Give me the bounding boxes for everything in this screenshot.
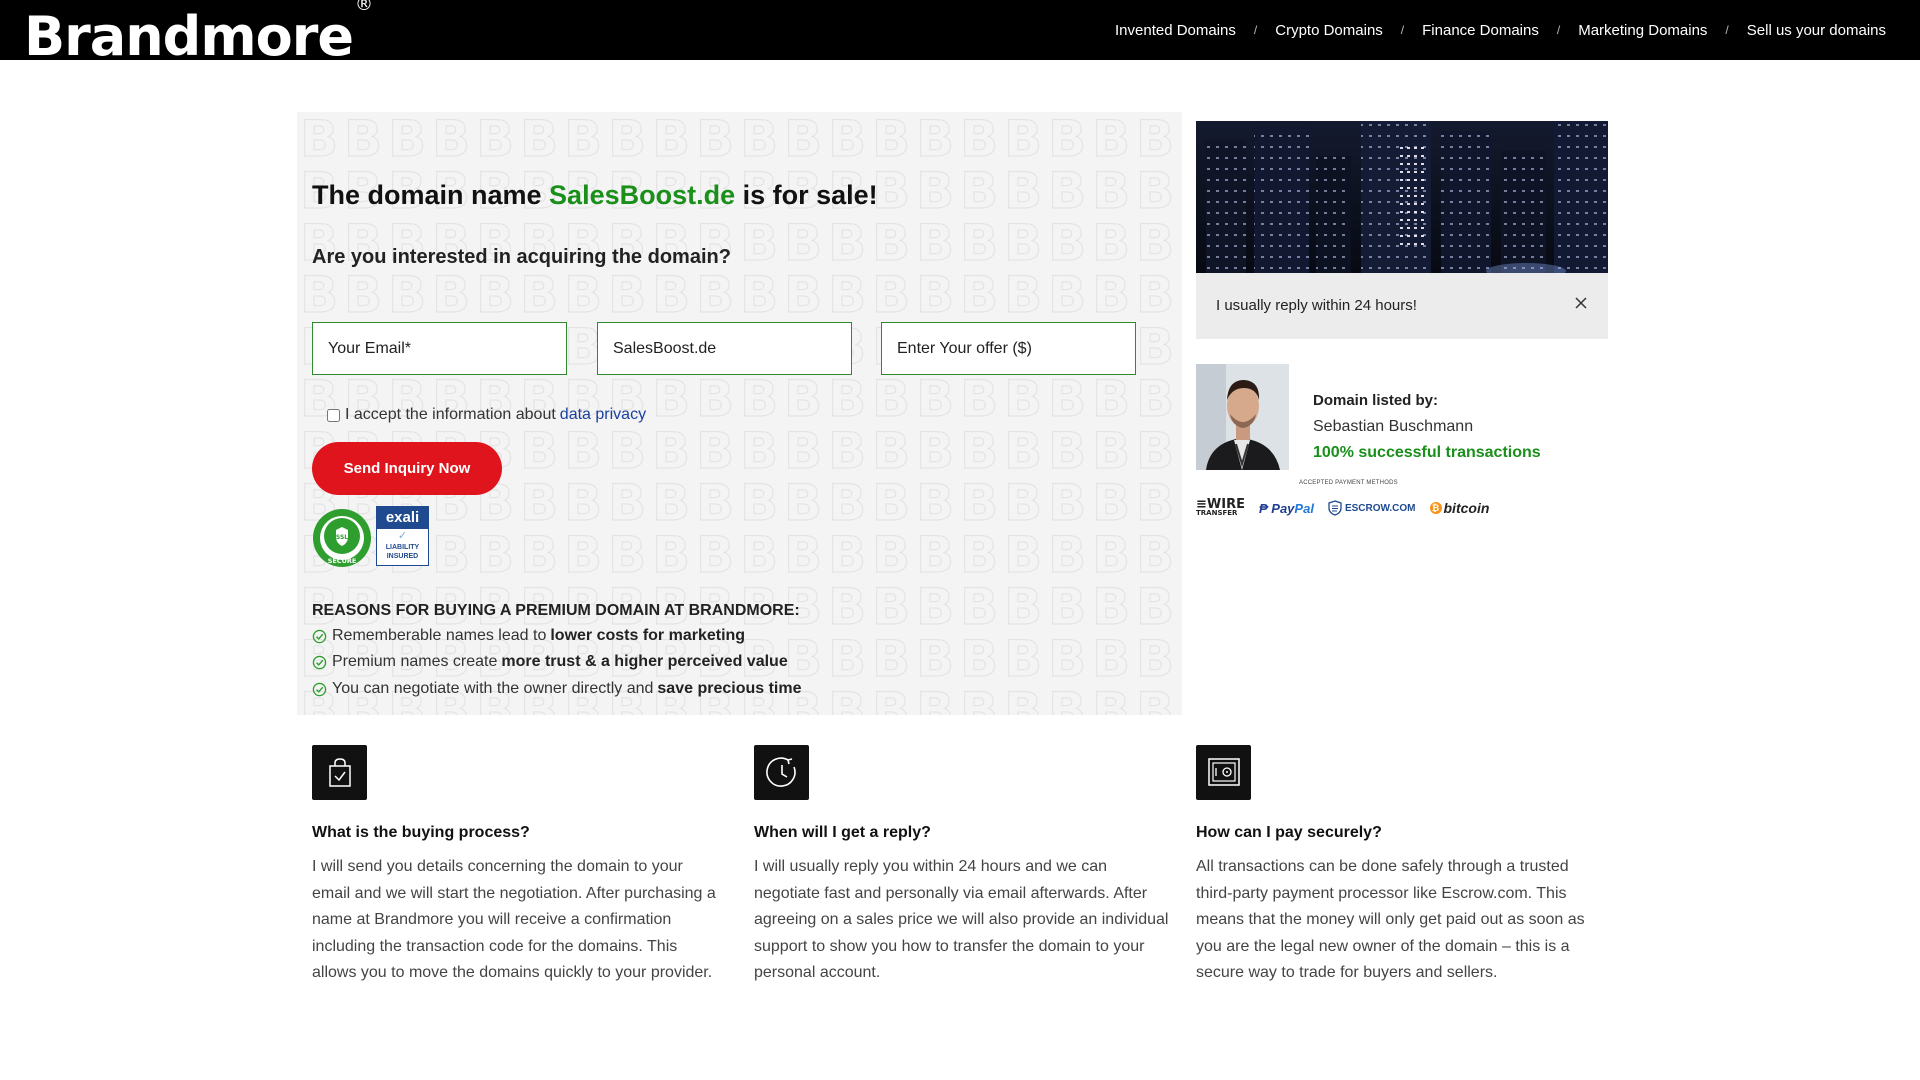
- reason-text: Rememberable names lead to: [332, 627, 547, 644]
- bitcoin-icon: ₿: [1429, 502, 1442, 514]
- buying-process-title: What is the buying process?: [312, 824, 530, 841]
- exali-caption: LIABILITY INSURED: [377, 543, 428, 561]
- brand-logo[interactable]: Brandmore®: [24, 0, 373, 68]
- nav-crypto-domains[interactable]: Crypto Domains: [1275, 22, 1383, 39]
- reason-item: Premium names create more trust & a highe…: [312, 653, 788, 671]
- reason-bold: more trust & a higher perceived value: [501, 653, 788, 670]
- check-circle-icon: [312, 655, 327, 669]
- privacy-text: I accept the information about: [345, 406, 556, 423]
- reason-text: Premium names create: [332, 653, 498, 670]
- payment-methods: ≡WIRE TRANSFER ₱ PayPal ESCROW.COM ₿ bitco…: [1196, 497, 1489, 519]
- city-skyline-graphic: [1196, 121, 1608, 273]
- reason-bold: save precious time: [657, 680, 802, 697]
- bitcoin-label: bitcoin: [1443, 500, 1490, 516]
- top-navigation-bar: Brandmore® Invented Domains / Crypto Dom…: [0, 0, 1920, 66]
- domain-field[interactable]: [597, 322, 852, 375]
- offer-field[interactable]: [881, 322, 1136, 375]
- payment-methods-label: ACCEPTED PAYMENT METHODS: [1299, 480, 1398, 486]
- exali-insurance-badge: exali ✓ LIABILITY INSURED: [376, 506, 429, 566]
- seller-avatar: [1196, 364, 1289, 470]
- wire-transfer-logo: ≡WIRE TRANSFER: [1196, 498, 1245, 517]
- title-suffix: is for sale!: [735, 180, 878, 210]
- privacy-consent: I accept the information about data priv…: [327, 406, 646, 424]
- logo-text: Brandmore: [24, 5, 354, 68]
- reply-notice-text: I usually reply within 24 hours!: [1216, 297, 1417, 314]
- reasons-heading: REASONS FOR BUYING A PREMIUM DOMAIN AT B…: [312, 602, 800, 619]
- nav-invented-domains[interactable]: Invented Domains: [1115, 22, 1236, 39]
- reason-bold: lower costs for marketing: [550, 627, 746, 644]
- main-nav: Invented Domains / Crypto Domains / Fina…: [1115, 0, 1886, 60]
- paypal-word-a: Pay: [1271, 500, 1295, 516]
- city-night-image: [1196, 121, 1608, 273]
- nav-separator: /: [1725, 23, 1729, 37]
- bitcoin-logo: ₿ bitcoin: [1429, 500, 1490, 516]
- seller-success-rate: 100% successful transactions: [1313, 444, 1541, 461]
- reason-item: You can negotiate with the owner directl…: [312, 680, 801, 698]
- reason-item: Rememberable names lead to lower costs fo…: [312, 627, 745, 645]
- exali-line-2: INSURED: [386, 553, 419, 560]
- ssl-secure-badge: SSL SECURE: [313, 509, 371, 567]
- inquiry-panel: B The domain name SalesBoost.de is for s…: [297, 112, 1182, 715]
- privacy-checkbox[interactable]: [327, 408, 340, 422]
- escrow-label: ESCROW.COM: [1344, 502, 1416, 514]
- email-field[interactable]: [312, 322, 567, 375]
- send-inquiry-button[interactable]: Send Inquiry Now: [312, 442, 502, 495]
- shopping-bag-icon: [312, 745, 367, 800]
- pay-securely-text: All transactions can be done safely thro…: [1196, 858, 1585, 981]
- clock-icon: [754, 745, 809, 800]
- check-circle-icon: [312, 629, 327, 643]
- data-privacy-link[interactable]: data privacy: [560, 406, 646, 424]
- nav-marketing-domains[interactable]: Marketing Domains: [1578, 22, 1707, 39]
- nav-separator: /: [1556, 23, 1561, 37]
- nav-separator: /: [1253, 23, 1258, 37]
- paypal-logo: ₱ PayPal: [1259, 501, 1314, 516]
- exali-line-1: LIABILITY: [385, 544, 420, 551]
- listed-by-label: Domain listed by:: [1313, 392, 1439, 409]
- ssl-badge-secure: SECURE: [328, 557, 357, 565]
- check-icon: ✓: [397, 530, 408, 542]
- nav-separator: /: [1400, 23, 1405, 37]
- reply-notice: I usually reply within 24 hours!: [1196, 273, 1608, 339]
- safe-icon: [1196, 745, 1251, 800]
- title-prefix: The domain name: [312, 180, 550, 210]
- buying-process-text: I will send you details concerning the d…: [312, 858, 716, 981]
- ssl-badge-label: SSL: [336, 534, 348, 541]
- paypal-word-b: Pal: [1294, 500, 1314, 516]
- seller-portrait: [1196, 364, 1289, 470]
- nav-finance-domains[interactable]: Finance Domains: [1422, 22, 1539, 39]
- reply-time-title: When will I get a reply?: [754, 824, 931, 841]
- shield-icon: [1328, 500, 1342, 516]
- page-subtitle: Are you interested in acquiring the doma…: [312, 246, 731, 268]
- paypal-mark-icon: ₱: [1258, 500, 1268, 516]
- reason-text: You can negotiate with the owner directl…: [332, 680, 654, 697]
- exali-name: exali: [377, 507, 428, 529]
- escrow-logo: ESCROW.COM: [1328, 500, 1416, 516]
- registered-mark: ®: [354, 0, 373, 15]
- nav-sell-domains[interactable]: Sell us your domains: [1747, 22, 1886, 39]
- pay-securely-title: How can I pay securely?: [1196, 824, 1382, 841]
- page-title: The domain name SalesBoost.de is for sal…: [312, 180, 878, 211]
- domain-name: SalesBoost.de: [549, 180, 736, 210]
- close-icon[interactable]: [1574, 296, 1588, 310]
- reply-time-text: I will usually reply you within 24 hours…: [754, 858, 1169, 981]
- check-circle-icon: [312, 682, 327, 696]
- seller-name: Sebastian Buschmann: [1313, 418, 1474, 435]
